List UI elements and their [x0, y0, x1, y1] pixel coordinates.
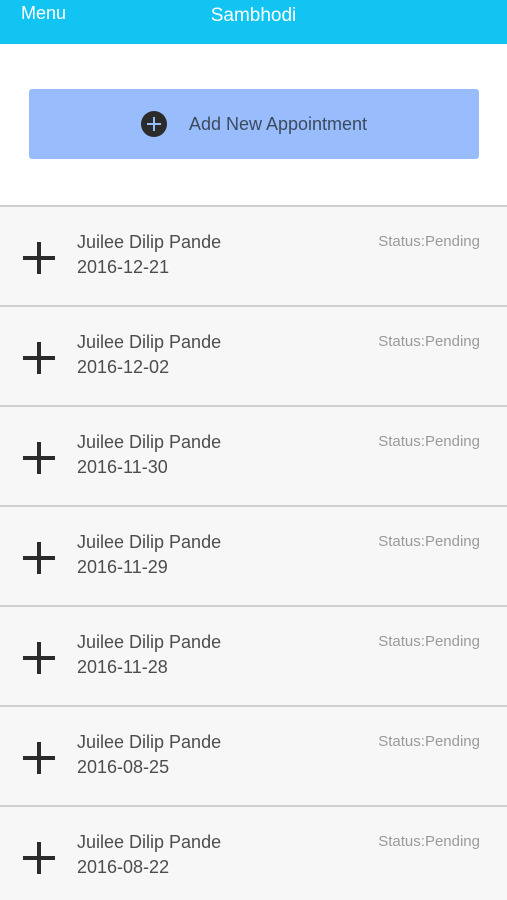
appointment-list: Juilee Dilip Pande 2016-12-21 Status:Pen…: [0, 205, 507, 900]
list-item[interactable]: Juilee Dilip Pande 2016-11-29 Status:Pen…: [0, 505, 507, 605]
appointment-date: 2016-12-21: [77, 257, 170, 277]
appointment-name: Juilee Dilip Pande: [77, 632, 222, 652]
list-item[interactable]: Juilee Dilip Pande 2016-11-30 Status:Pen…: [0, 405, 507, 505]
appointment-date: 2016-11-29: [77, 557, 168, 577]
add-new-appointment-button[interactable]: Add New Appointment: [29, 89, 479, 159]
plus-icon[interactable]: [23, 542, 55, 574]
plus-icon[interactable]: [23, 342, 55, 374]
appointment-name: Juilee Dilip Pande: [77, 432, 222, 452]
appointment-name: Juilee Dilip Pande: [77, 532, 222, 552]
list-item[interactable]: Juilee Dilip Pande 2016-12-02 Status:Pen…: [0, 305, 507, 405]
appointment-status: Status:Pending: [378, 333, 480, 350]
app-title: Sambhodi: [210, 5, 297, 26]
plus-icon[interactable]: [23, 642, 55, 674]
plus-circle-icon: [140, 111, 167, 137]
appointment-date: 2016-12-02: [77, 357, 170, 377]
plus-icon[interactable]: [23, 842, 55, 874]
appointment-date: 2016-11-28: [77, 657, 168, 677]
appointment-date: 2016-08-22: [77, 857, 170, 877]
appointment-status: Status:Pending: [378, 833, 480, 850]
plus-icon[interactable]: [23, 242, 55, 274]
appointment-status: Status:Pending: [378, 733, 480, 750]
appointment-status: Status:Pending: [378, 433, 480, 450]
appointment-status: Status:Pending: [378, 633, 480, 650]
appointment-name: Juilee Dilip Pande: [77, 332, 222, 352]
list-item[interactable]: Juilee Dilip Pande 2016-12-21 Status:Pen…: [0, 205, 507, 305]
app-screen: Menu Sambhodi Add New Appointment Juilee…: [0, 0, 507, 900]
appointment-date: 2016-11-30: [77, 457, 168, 477]
plus-icon[interactable]: [23, 742, 55, 774]
appointment-name: Juilee Dilip Pande: [77, 732, 222, 752]
list-item[interactable]: Juilee Dilip Pande 2016-08-22 Status:Pen…: [0, 805, 507, 900]
add-new-appointment-label: Add New Appointment: [188, 113, 368, 134]
appointment-name: Juilee Dilip Pande: [77, 832, 222, 852]
plus-icon[interactable]: [23, 442, 55, 474]
appointment-name: Juilee Dilip Pande: [77, 232, 222, 252]
appointment-date: 2016-08-25: [77, 757, 170, 777]
top-app-bar: Menu Sambhodi: [0, 0, 507, 44]
list-item[interactable]: Juilee Dilip Pande 2016-08-25 Status:Pen…: [0, 705, 507, 805]
appointment-status: Status:Pending: [378, 533, 480, 550]
appointment-status: Status:Pending: [378, 233, 480, 250]
list-item[interactable]: Juilee Dilip Pande 2016-11-28 Status:Pen…: [0, 605, 507, 705]
